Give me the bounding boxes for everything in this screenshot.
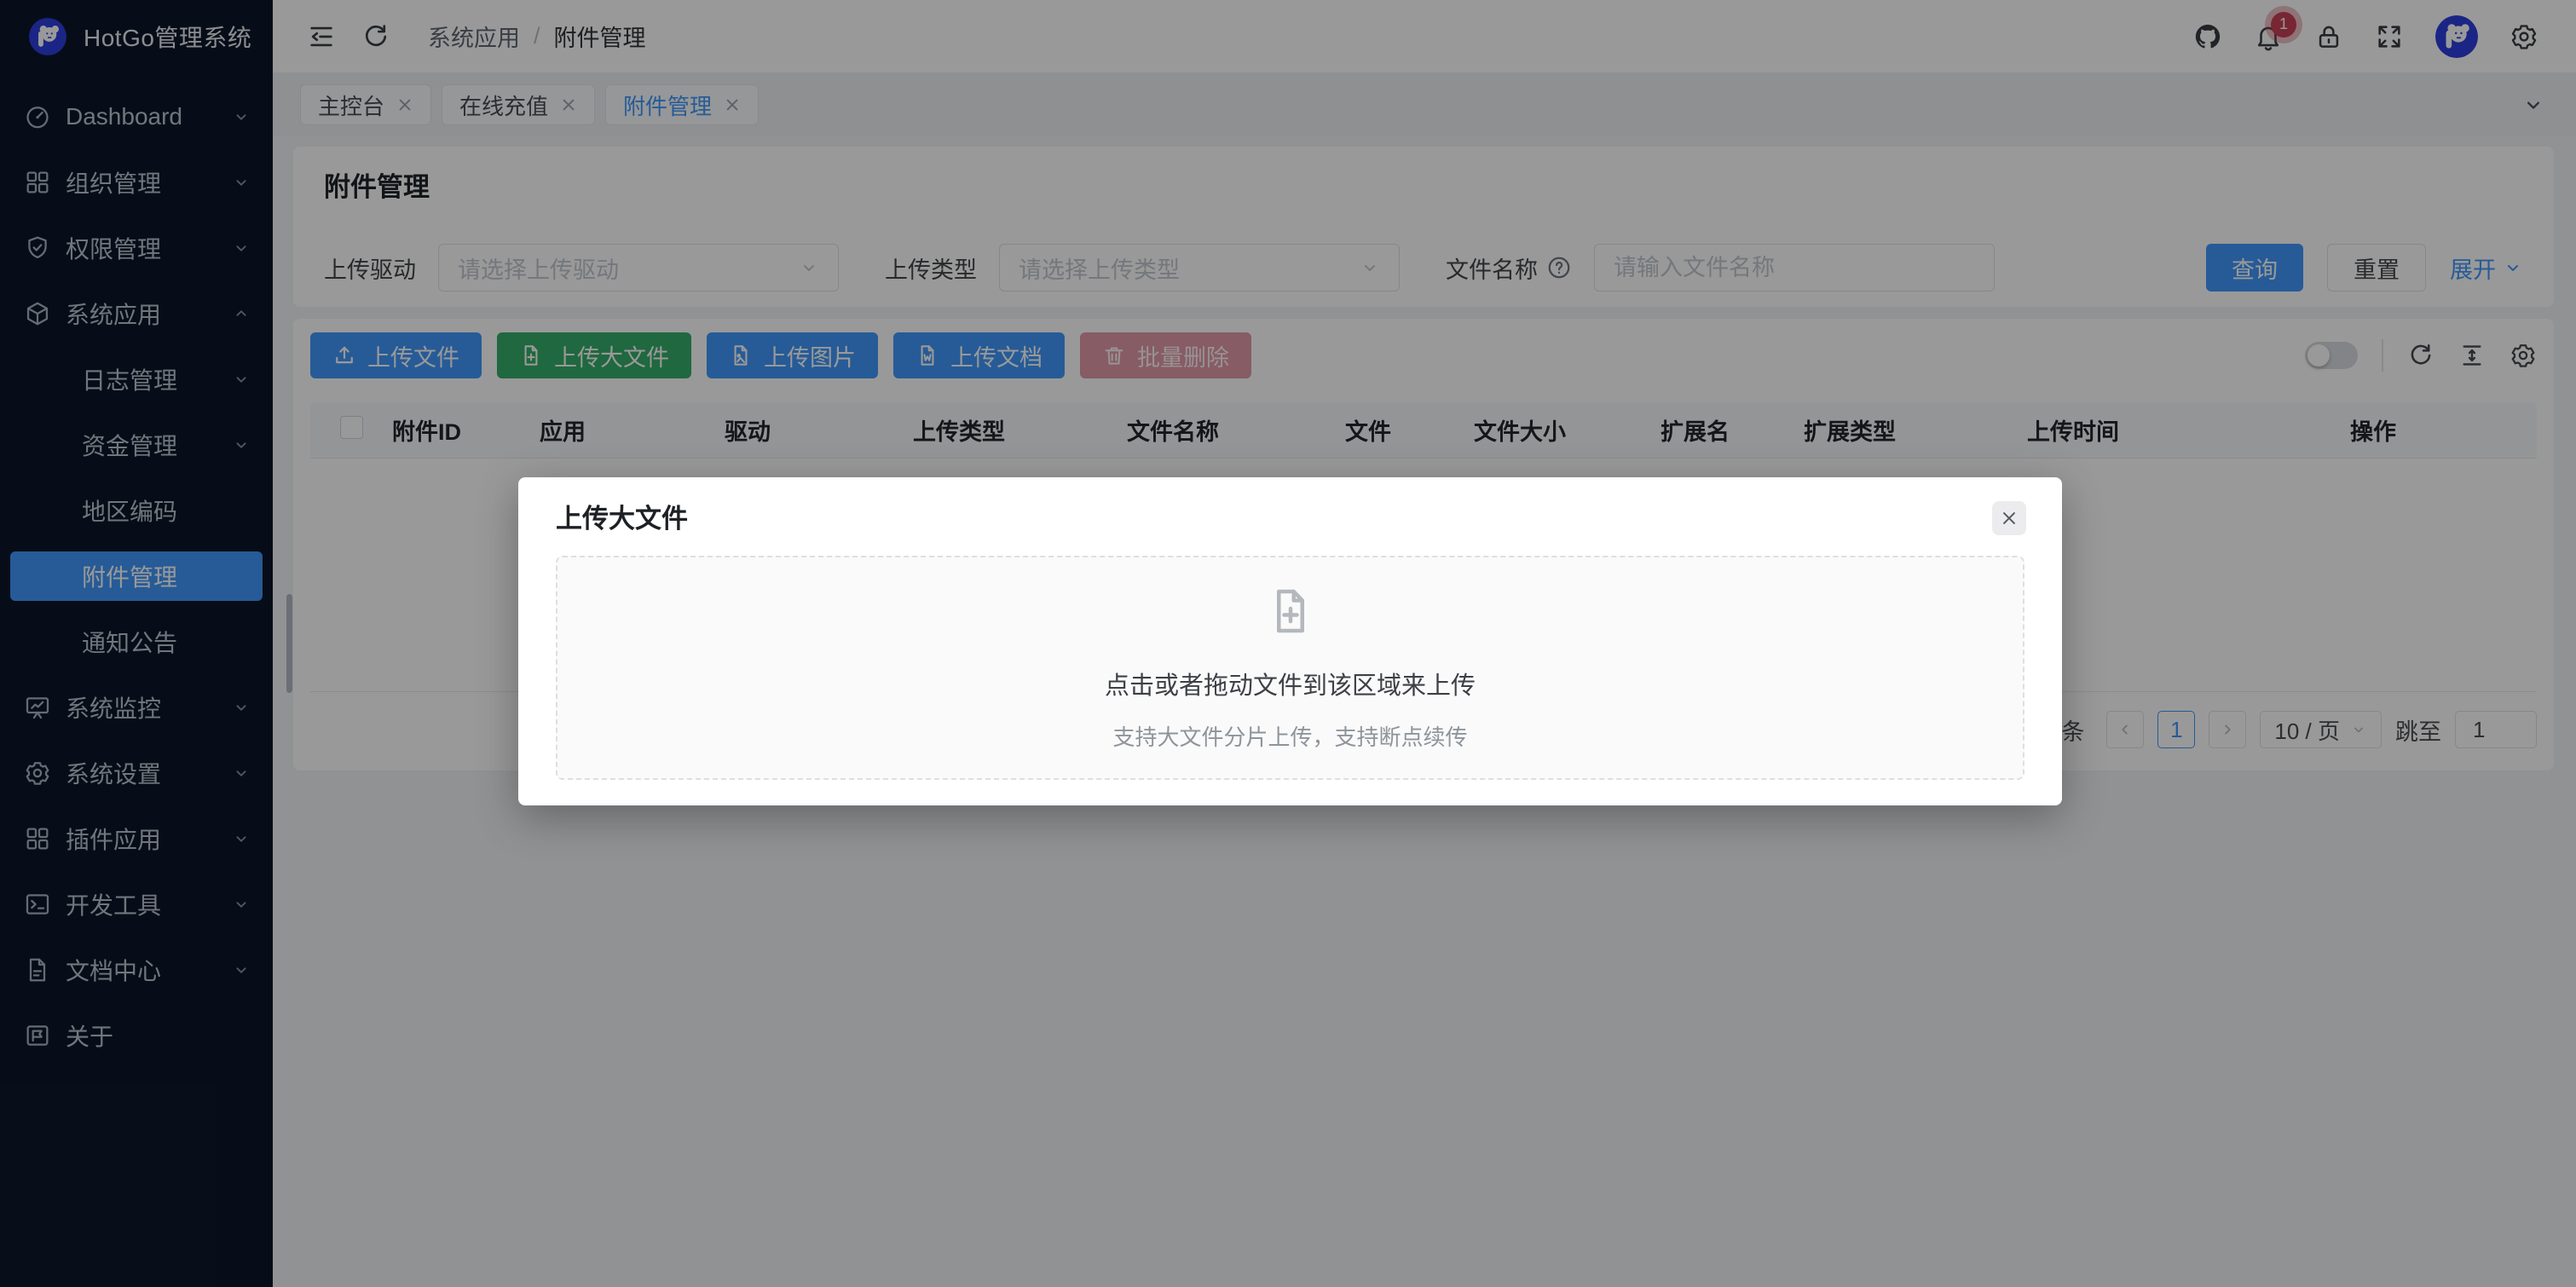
- dropzone-sub-text: 支持大文件分片上传，支持断点续传: [1112, 720, 1467, 752]
- upload-big-file-modal: 上传大文件 点击或者拖动文件到该区域来上传 支持大文件分片上传，支持断点续传: [518, 477, 2062, 805]
- modal-title: 上传大文件: [556, 501, 2024, 537]
- app-screen: HotGo管理系统 Dashboard 组织管理 权限管理 系统应用: [0, 0, 2576, 1287]
- modal-close-button[interactable]: [1992, 501, 2026, 535]
- file-add-icon: [1265, 584, 1316, 638]
- dropzone-main-text: 点击或者拖动文件到该区域来上传: [1105, 666, 1476, 701]
- file-dropzone[interactable]: 点击或者拖动文件到该区域来上传 支持大文件分片上传，支持断点续传: [556, 556, 2024, 780]
